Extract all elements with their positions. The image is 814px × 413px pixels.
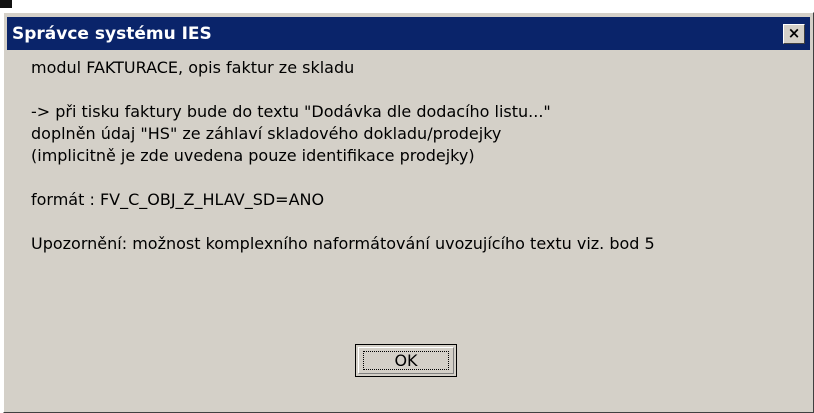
ok-button[interactable]: OK <box>355 344 457 377</box>
title-bar[interactable]: Správce systému IES × <box>7 17 810 50</box>
message-paragraph-4: Upozornění: možnost komplexního naformát… <box>31 233 801 255</box>
message-line: -> při tisku faktury bude do textu "Dodá… <box>31 102 551 121</box>
window-corner-fragment <box>0 0 12 8</box>
message-paragraph-1: modul FAKTURACE, opis faktur ze skladu <box>31 57 801 79</box>
message-line: doplněn údaj "HS" ze záhlaví skladového … <box>31 124 502 143</box>
background-strip <box>0 0 814 12</box>
close-icon: × <box>787 24 801 42</box>
message-paragraph-3: formát : FV_C_OBJ_Z_HLAV_SD=ANO <box>31 189 801 211</box>
message-line: Upozornění: možnost komplexního naformát… <box>31 234 655 253</box>
message-line: formát : FV_C_OBJ_Z_HLAV_SD=ANO <box>31 190 325 209</box>
close-button[interactable]: × <box>783 23 805 44</box>
message-line: (implicitně je zde uvedena pouze identif… <box>31 146 475 165</box>
ok-button-bevel: OK <box>358 347 454 374</box>
message-content: modul FAKTURACE, opis faktur ze skladu -… <box>31 57 801 255</box>
message-dialog: Správce systému IES × modul FAKTURACE, o… <box>3 12 814 413</box>
dialog-title: Správce systému IES <box>12 23 212 44</box>
message-paragraph-2: -> při tisku faktury bude do textu "Dodá… <box>31 101 801 167</box>
message-line: modul FAKTURACE, opis faktur ze skladu <box>31 58 355 77</box>
ok-button-label: OK <box>363 351 449 370</box>
